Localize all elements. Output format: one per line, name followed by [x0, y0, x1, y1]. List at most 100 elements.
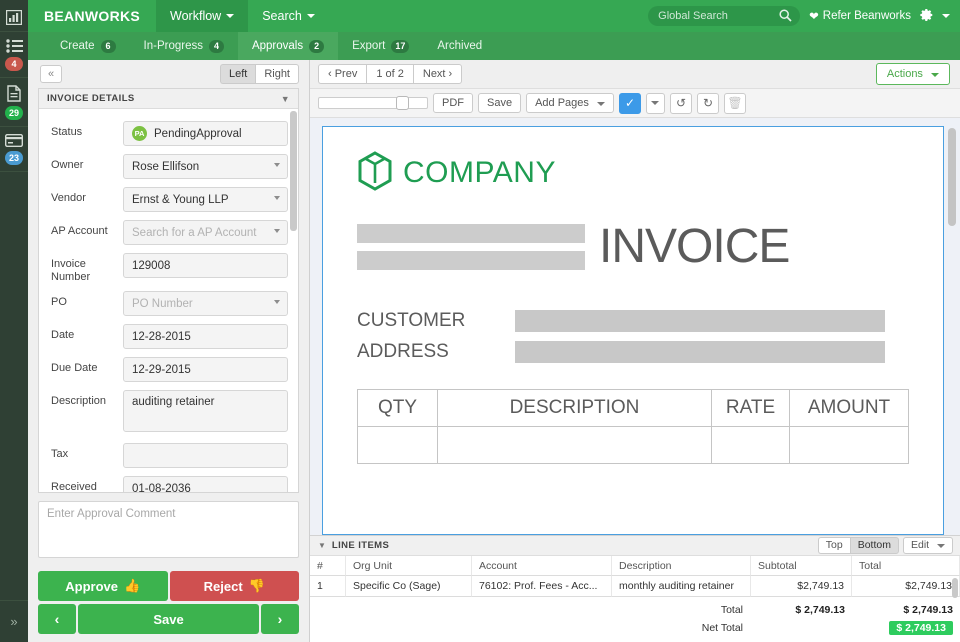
- reject-label: Reject: [203, 578, 243, 594]
- nav-search-label: Search: [262, 9, 302, 23]
- next-page-button[interactable]: Next ›: [412, 63, 463, 85]
- line-items-edit-button[interactable]: Edit: [902, 536, 953, 555]
- nav-search[interactable]: Search: [248, 0, 329, 32]
- tab-approvals-badge: 2: [309, 39, 325, 53]
- form-scrollbar[interactable]: [290, 111, 297, 231]
- net-total-label: Net Total: [701, 622, 743, 634]
- gear-icon: [920, 8, 934, 25]
- document-placeholder-bars: [357, 224, 585, 270]
- due-date-input[interactable]: [123, 357, 288, 383]
- rail-expand-button[interactable]: »: [0, 600, 28, 642]
- document-col-rate: RATE: [712, 390, 790, 427]
- vendor-select[interactable]: [123, 187, 288, 212]
- received-input[interactable]: [123, 476, 288, 492]
- side-toggle-left[interactable]: Left: [219, 63, 256, 85]
- ap-account-label: AP Account: [51, 225, 108, 237]
- invoice-document: COMPANY INVOICE CUSTOMER ADDRESS QTY DES…: [322, 126, 944, 535]
- invoice-details-header[interactable]: INVOICE DETAILS ▼: [39, 89, 298, 109]
- rotate-left-button[interactable]: ↺: [669, 92, 692, 114]
- zoom-slider-thumb[interactable]: [396, 96, 409, 110]
- invoice-number-input[interactable]: [123, 253, 288, 278]
- document-viewer[interactable]: COMPANY INVOICE CUSTOMER ADDRESS QTY DES…: [310, 118, 960, 535]
- side-toggle-right[interactable]: Right: [255, 63, 299, 85]
- collapse-panel-button[interactable]: «: [40, 64, 63, 84]
- total-label: Total: [720, 604, 743, 616]
- cell-number: 1: [310, 576, 346, 597]
- table-row[interactable]: 1 Specific Co (Sage) 76102: Prof. Fees -…: [310, 576, 960, 597]
- document-icon: [7, 85, 21, 102]
- cell-account: 76102: Prof. Fees - Acc...: [472, 576, 612, 597]
- rail-item-invoices[interactable]: 29: [0, 78, 28, 127]
- invoice-details-card: INVOICE DETAILS ▼ Status PA PendingAppro…: [38, 88, 299, 493]
- delete-page-button[interactable]: 🗑: [723, 92, 746, 114]
- rail-badge-tasks: 4: [5, 57, 23, 71]
- list-icon: [5, 39, 23, 53]
- line-items-bottom-button[interactable]: Bottom: [849, 536, 899, 555]
- tab-approvals[interactable]: Approvals 2: [237, 32, 339, 60]
- record-nav-row: ‹ Save ›: [38, 604, 299, 634]
- select-options-dropdown[interactable]: [645, 92, 665, 114]
- nav-workflow[interactable]: Workflow: [156, 0, 249, 32]
- line-items-position-toggle: Top Bottom: [817, 536, 899, 555]
- tab-export-badge: 17: [391, 39, 410, 53]
- col-account: Account: [472, 556, 612, 576]
- prev-record-button[interactable]: ‹: [38, 604, 76, 634]
- zoom-slider[interactable]: [318, 96, 428, 110]
- document-scrollbar[interactable]: [948, 128, 956, 226]
- rail-item-tasks[interactable]: 4: [0, 32, 28, 78]
- select-all-checkbox[interactable]: ✓: [618, 92, 641, 114]
- chevron-down-icon[interactable]: ▼: [318, 541, 326, 550]
- date-input[interactable]: [123, 324, 288, 350]
- search-input[interactable]: [648, 6, 801, 26]
- col-org-unit: Org Unit: [346, 556, 472, 576]
- global-search[interactable]: [648, 6, 801, 26]
- save-button[interactable]: Save: [78, 604, 259, 634]
- tab-in-progress[interactable]: In-Progress 4: [130, 32, 238, 60]
- rail-item-payments[interactable]: 23: [0, 127, 28, 172]
- document-save-button[interactable]: Save: [478, 92, 522, 114]
- refer-label: Refer Beanworks: [822, 10, 911, 22]
- ap-account-select[interactable]: [123, 220, 288, 245]
- description-textarea[interactable]: auditing retainer: [123, 390, 288, 433]
- settings-menu[interactable]: [920, 8, 950, 25]
- rail-badge-invoices: 29: [4, 106, 23, 120]
- net-total-cell: $ 2,749.13: [852, 621, 960, 635]
- prev-page-button[interactable]: ‹ Prev: [318, 63, 367, 85]
- document-title: INVOICE: [599, 220, 790, 274]
- document-tools-toolbar: PDF Save Add Pages ✓ ↺ ↻ 🗑: [310, 88, 960, 118]
- tab-create[interactable]: Create 6: [46, 32, 130, 60]
- next-record-button[interactable]: ›: [261, 604, 299, 634]
- document-customer-row: CUSTOMER: [357, 310, 909, 332]
- tab-archived[interactable]: Archived: [423, 32, 496, 60]
- tax-input[interactable]: [123, 443, 288, 469]
- line-items-controls: Top Bottom Edit: [817, 536, 953, 555]
- approve-button[interactable]: Approve 👍: [38, 571, 168, 601]
- actions-button[interactable]: Actions: [875, 63, 950, 85]
- invoice-form: Status PA PendingApproval Owner Rose Ell…: [39, 109, 298, 492]
- rotate-right-button[interactable]: ↻: [696, 92, 719, 114]
- document-col-amount: AMOUNT: [790, 390, 908, 427]
- approval-comment-input[interactable]: [38, 501, 299, 558]
- line-items-scrollbar[interactable]: [952, 578, 958, 598]
- tab-export[interactable]: Export 17: [338, 32, 423, 60]
- cell-description: monthly auditing retainer: [612, 576, 751, 597]
- add-pages-button[interactable]: Add Pages: [526, 92, 614, 114]
- date-label: Date: [51, 329, 75, 342]
- cell-org-unit: Specific Co (Sage): [346, 576, 472, 597]
- line-items-top-button[interactable]: Top: [817, 536, 850, 555]
- document-table-row: [358, 427, 908, 464]
- tab-create-label: Create: [60, 40, 95, 52]
- status-value-box: PA PendingApproval: [123, 121, 288, 146]
- reject-button[interactable]: Reject 👎: [169, 571, 299, 601]
- chevron-down-icon: [931, 73, 939, 77]
- check-icon: ✓: [624, 96, 635, 110]
- po-select[interactable]: [123, 291, 288, 317]
- pdf-button[interactable]: PDF: [433, 92, 473, 114]
- tab-in-progress-badge: 4: [208, 39, 224, 53]
- owner-select[interactable]: [123, 154, 288, 179]
- due-date-label: Due Date: [51, 362, 98, 375]
- nav-workflow-label: Workflow: [170, 9, 222, 23]
- approve-label: Approve: [65, 578, 119, 594]
- refer-beanworks-link[interactable]: ❤ Refer Beanworks: [809, 9, 911, 23]
- rail-item-dashboard[interactable]: [0, 0, 28, 32]
